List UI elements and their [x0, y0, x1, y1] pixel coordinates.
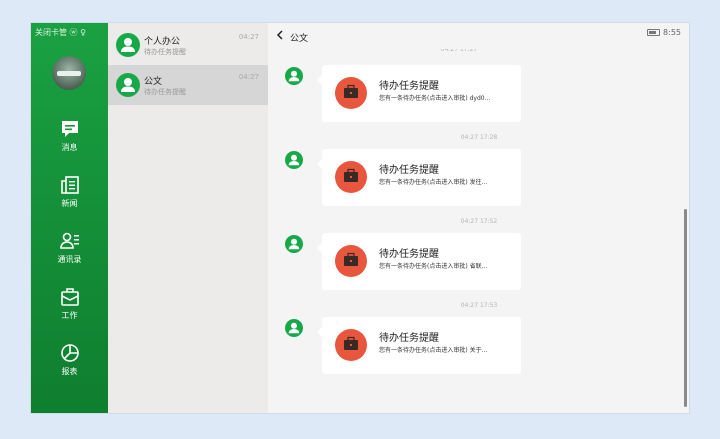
message-title: 待办任务提醒	[379, 165, 439, 176]
message-text: 您有一条待办任务(点击进入审批) 省联...	[379, 263, 488, 270]
status-bar-left: 关闭卡管 ⓦ ♀	[35, 28, 86, 37]
user-icon	[288, 70, 300, 82]
nav-label: 报表	[61, 367, 78, 376]
message-title: 待办任务提醒	[379, 81, 439, 92]
user-icon	[121, 38, 135, 52]
task-briefcase-icon	[335, 245, 367, 277]
message-text: 您有一条待办任务(点击进入审批) 发往...	[379, 179, 488, 186]
conversation-avatar	[116, 73, 140, 97]
app-window: 关闭卡管 ⓦ ♀ 消息 新闻 通讯录 工作 报表 个人办公 待办任务提醒 04:…	[31, 23, 689, 413]
user-avatar[interactable]	[52, 56, 86, 90]
message-title: 待办任务提醒	[379, 333, 439, 344]
message-timestamp: 04:27 17:53	[460, 302, 498, 309]
message-timestamp: 04:27 17:52	[460, 218, 498, 225]
message-card[interactable]: 待办任务提醒 您有一条待办任务(点击进入审批) 省联...	[317, 233, 521, 290]
nav-label: 通讯录	[57, 255, 82, 264]
briefcase-icon	[60, 288, 79, 306]
message-title: 待办任务提醒	[379, 249, 439, 260]
message-timestamp: 04:27 17:27	[440, 49, 478, 53]
chat-title: 公文	[290, 34, 309, 44]
nav-label: 消息	[61, 143, 78, 152]
message-card[interactable]: 待办任务提醒 您有一条待办任务(点击进入审批) 关于...	[317, 317, 521, 374]
message-text: 您有一条待办任务(点击进入审批) dyd0...	[379, 95, 491, 102]
battery-icon	[647, 29, 661, 36]
user-icon	[121, 78, 135, 92]
nav-label: 新闻	[61, 199, 78, 208]
chat-header: 公文 8:55	[268, 23, 689, 49]
sender-avatar	[285, 235, 303, 253]
pie-chart-icon	[60, 344, 79, 362]
back-icon[interactable]	[276, 30, 284, 40]
conversation-name: 公文	[144, 77, 163, 87]
conversation-time: 04:27	[238, 33, 259, 41]
sender-avatar	[285, 67, 303, 85]
contacts-icon	[59, 232, 79, 249]
message-timestamp: 04:27 17:28	[460, 134, 498, 141]
chat-scrollbar[interactable]	[684, 209, 687, 407]
nav-item-work[interactable]: 工作	[31, 286, 108, 321]
nav-item-reports[interactable]: 报表	[31, 342, 108, 377]
conversation-preview: 待办任务提醒	[144, 88, 186, 96]
conversation-list: 个人办公 待办任务提醒 04:27 公文 待办任务提醒 04:27	[108, 23, 268, 413]
conversation-avatar	[116, 33, 140, 57]
task-briefcase-icon	[335, 77, 367, 109]
message-card[interactable]: 待办任务提醒 您有一条待办任务(点击进入审批) 发往...	[317, 149, 521, 206]
status-time: 8:55	[663, 28, 681, 37]
conversation-item[interactable]: 个人办公 待办任务提醒 04:27	[108, 25, 268, 65]
status-bar-right: 8:55	[647, 28, 681, 37]
conversation-item-selected[interactable]: 公文 待办任务提醒 04:27	[108, 65, 268, 105]
nav-item-messages[interactable]: 消息	[31, 118, 108, 153]
nav-label: 工作	[61, 311, 78, 320]
message-icon	[61, 121, 78, 137]
message-text: 您有一条待办任务(点击进入审批) 关于...	[379, 347, 488, 354]
nav-item-news[interactable]: 新闻	[31, 174, 108, 209]
nav-item-contacts[interactable]: 通讯录	[31, 230, 108, 265]
side-nav: 关闭卡管 ⓦ ♀ 消息 新闻 通讯录 工作 报表	[31, 23, 108, 413]
user-icon	[288, 238, 300, 250]
chat-panel: 公文 8:55 04:27 17:27 待办任务提醒 您有一条待办任务(点击进入…	[268, 23, 689, 413]
conversation-preview: 待办任务提醒	[144, 48, 186, 56]
task-briefcase-icon	[335, 161, 367, 193]
user-icon	[288, 322, 300, 334]
message-card[interactable]: 待办任务提醒 您有一条待办任务(点击进入审批) dyd0...	[317, 65, 521, 122]
conversation-name: 个人办公	[144, 37, 181, 47]
sender-avatar	[285, 151, 303, 169]
sender-avatar	[285, 319, 303, 337]
user-icon	[288, 154, 300, 166]
conversation-time: 04:27	[238, 73, 259, 81]
task-briefcase-icon	[335, 329, 367, 361]
news-icon	[60, 176, 79, 194]
